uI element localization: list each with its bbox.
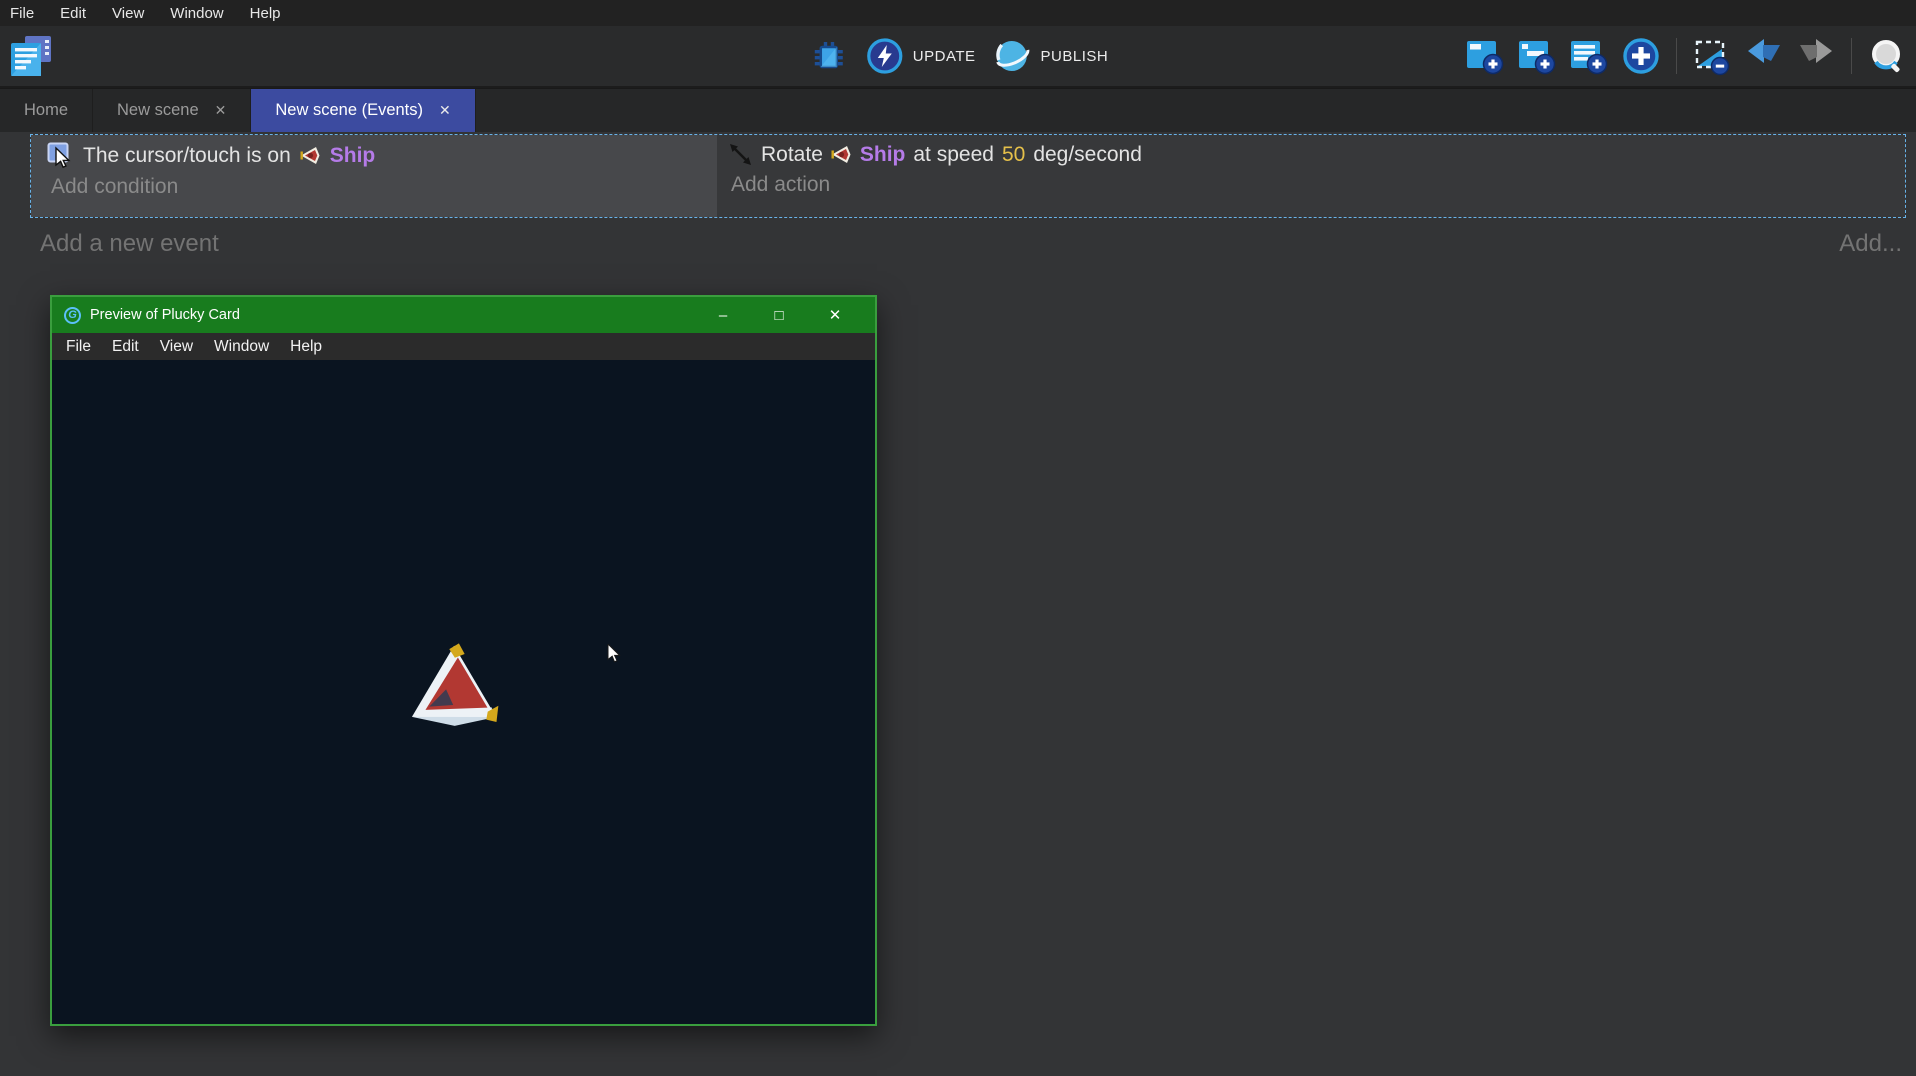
add-event-icon[interactable]: [1464, 35, 1506, 77]
publish-label: PUBLISH: [1041, 48, 1109, 65]
add-subevent-icon[interactable]: [1516, 35, 1558, 77]
menu-help[interactable]: Help: [250, 5, 281, 22]
minimize-icon[interactable]: –: [695, 297, 751, 333]
toolbar-center-group: UPDATE PUBLISH: [808, 26, 1108, 86]
action-instruction[interactable]: Rotate Ship at speed 50 deg/second: [717, 135, 1905, 167]
tab-new-scene[interactable]: New scene ✕: [93, 89, 251, 132]
debug-icon[interactable]: [808, 35, 850, 77]
update-icon: [866, 37, 904, 75]
add-comment-icon[interactable]: [1568, 35, 1610, 77]
add-circle-icon[interactable]: [1620, 35, 1662, 77]
search-icon[interactable]: [1866, 35, 1908, 77]
preview-menu-view[interactable]: View: [160, 338, 193, 356]
update-label: UPDATE: [913, 48, 976, 65]
action-value[interactable]: 50: [1002, 143, 1025, 167]
event-row[interactable]: The cursor/touch is on Ship Add conditio…: [30, 134, 1906, 218]
condition-text: The cursor/touch is on: [83, 144, 291, 168]
toolbar-right-group: [1464, 26, 1908, 86]
tab-label: New scene: [117, 101, 199, 120]
ship-object-icon: [300, 146, 321, 165]
project-manager-icon[interactable]: [8, 34, 54, 80]
cursor-on-object-icon: [47, 142, 74, 169]
update-button[interactable]: UPDATE: [866, 37, 976, 75]
redo-icon[interactable]: [1795, 35, 1837, 77]
menu-edit[interactable]: Edit: [60, 5, 86, 22]
event-conditions-cell[interactable]: The cursor/touch is on Ship Add conditio…: [31, 135, 717, 217]
publish-button[interactable]: PUBLISH: [992, 36, 1109, 76]
condition-instruction[interactable]: The cursor/touch is on Ship: [31, 135, 717, 169]
preview-menu-file[interactable]: File: [66, 338, 91, 356]
preview-menu-help[interactable]: Help: [290, 338, 322, 356]
close-icon[interactable]: ✕: [807, 297, 863, 333]
tab-close-icon[interactable]: ✕: [215, 102, 227, 119]
event-actions-cell[interactable]: Rotate Ship at speed 50 deg/second Add a…: [717, 135, 1905, 217]
menu-window[interactable]: Window: [170, 5, 223, 22]
events-sheet: The cursor/touch is on Ship Add conditio…: [0, 132, 1916, 1076]
preview-menu-window[interactable]: Window: [214, 338, 269, 356]
undo-icon[interactable]: [1743, 35, 1785, 77]
toolbar-separator: [1676, 38, 1677, 74]
tab-label: Home: [24, 101, 68, 120]
tab-label: New scene (Events): [275, 101, 423, 120]
publish-icon: [992, 36, 1032, 76]
rotate-icon: [728, 142, 753, 167]
remove-selection-icon[interactable]: [1691, 35, 1733, 77]
action-text: at speed: [913, 143, 994, 167]
preview-menu-edit[interactable]: Edit: [112, 338, 139, 356]
add-event-menu-button[interactable]: Add...: [1839, 230, 1902, 258]
add-action-button[interactable]: Add action: [717, 173, 1905, 197]
ship-object-icon: [831, 145, 852, 164]
preview-window-controls: – □ ✕: [695, 297, 863, 333]
add-new-event-button[interactable]: Add a new event: [40, 230, 219, 258]
preview-title-bar[interactable]: G Preview of Plucky Card – □ ✕: [52, 297, 875, 333]
add-condition-button[interactable]: Add condition: [31, 175, 717, 199]
tab-home[interactable]: Home: [0, 89, 93, 132]
ship-sprite: [402, 642, 502, 734]
tab-close-icon[interactable]: ✕: [439, 102, 451, 119]
tab-bar: Home New scene ✕ New scene (Events) ✕: [0, 88, 1916, 132]
menu-file[interactable]: File: [10, 5, 34, 22]
preview-window[interactable]: G Preview of Plucky Card – □ ✕ File Edit…: [50, 295, 877, 1026]
menu-view[interactable]: View: [112, 5, 144, 22]
toolbar-separator: [1851, 38, 1852, 74]
mouse-cursor-icon: [607, 644, 622, 664]
tab-new-scene-events[interactable]: New scene (Events) ✕: [251, 89, 475, 132]
action-object-name[interactable]: Ship: [860, 143, 906, 167]
preview-window-title: Preview of Plucky Card: [90, 307, 240, 323]
action-text: Rotate: [761, 143, 823, 167]
gdevelop-logo-icon: G: [64, 307, 81, 324]
app-menu-bar: File Edit View Window Help: [0, 0, 1916, 26]
game-viewport[interactable]: [52, 360, 875, 1024]
action-text: deg/second: [1033, 143, 1142, 167]
condition-object-name[interactable]: Ship: [330, 144, 376, 168]
maximize-icon[interactable]: □: [751, 297, 807, 333]
preview-menu-bar: File Edit View Window Help: [52, 333, 875, 360]
main-toolbar: UPDATE PUBLISH: [0, 26, 1916, 88]
